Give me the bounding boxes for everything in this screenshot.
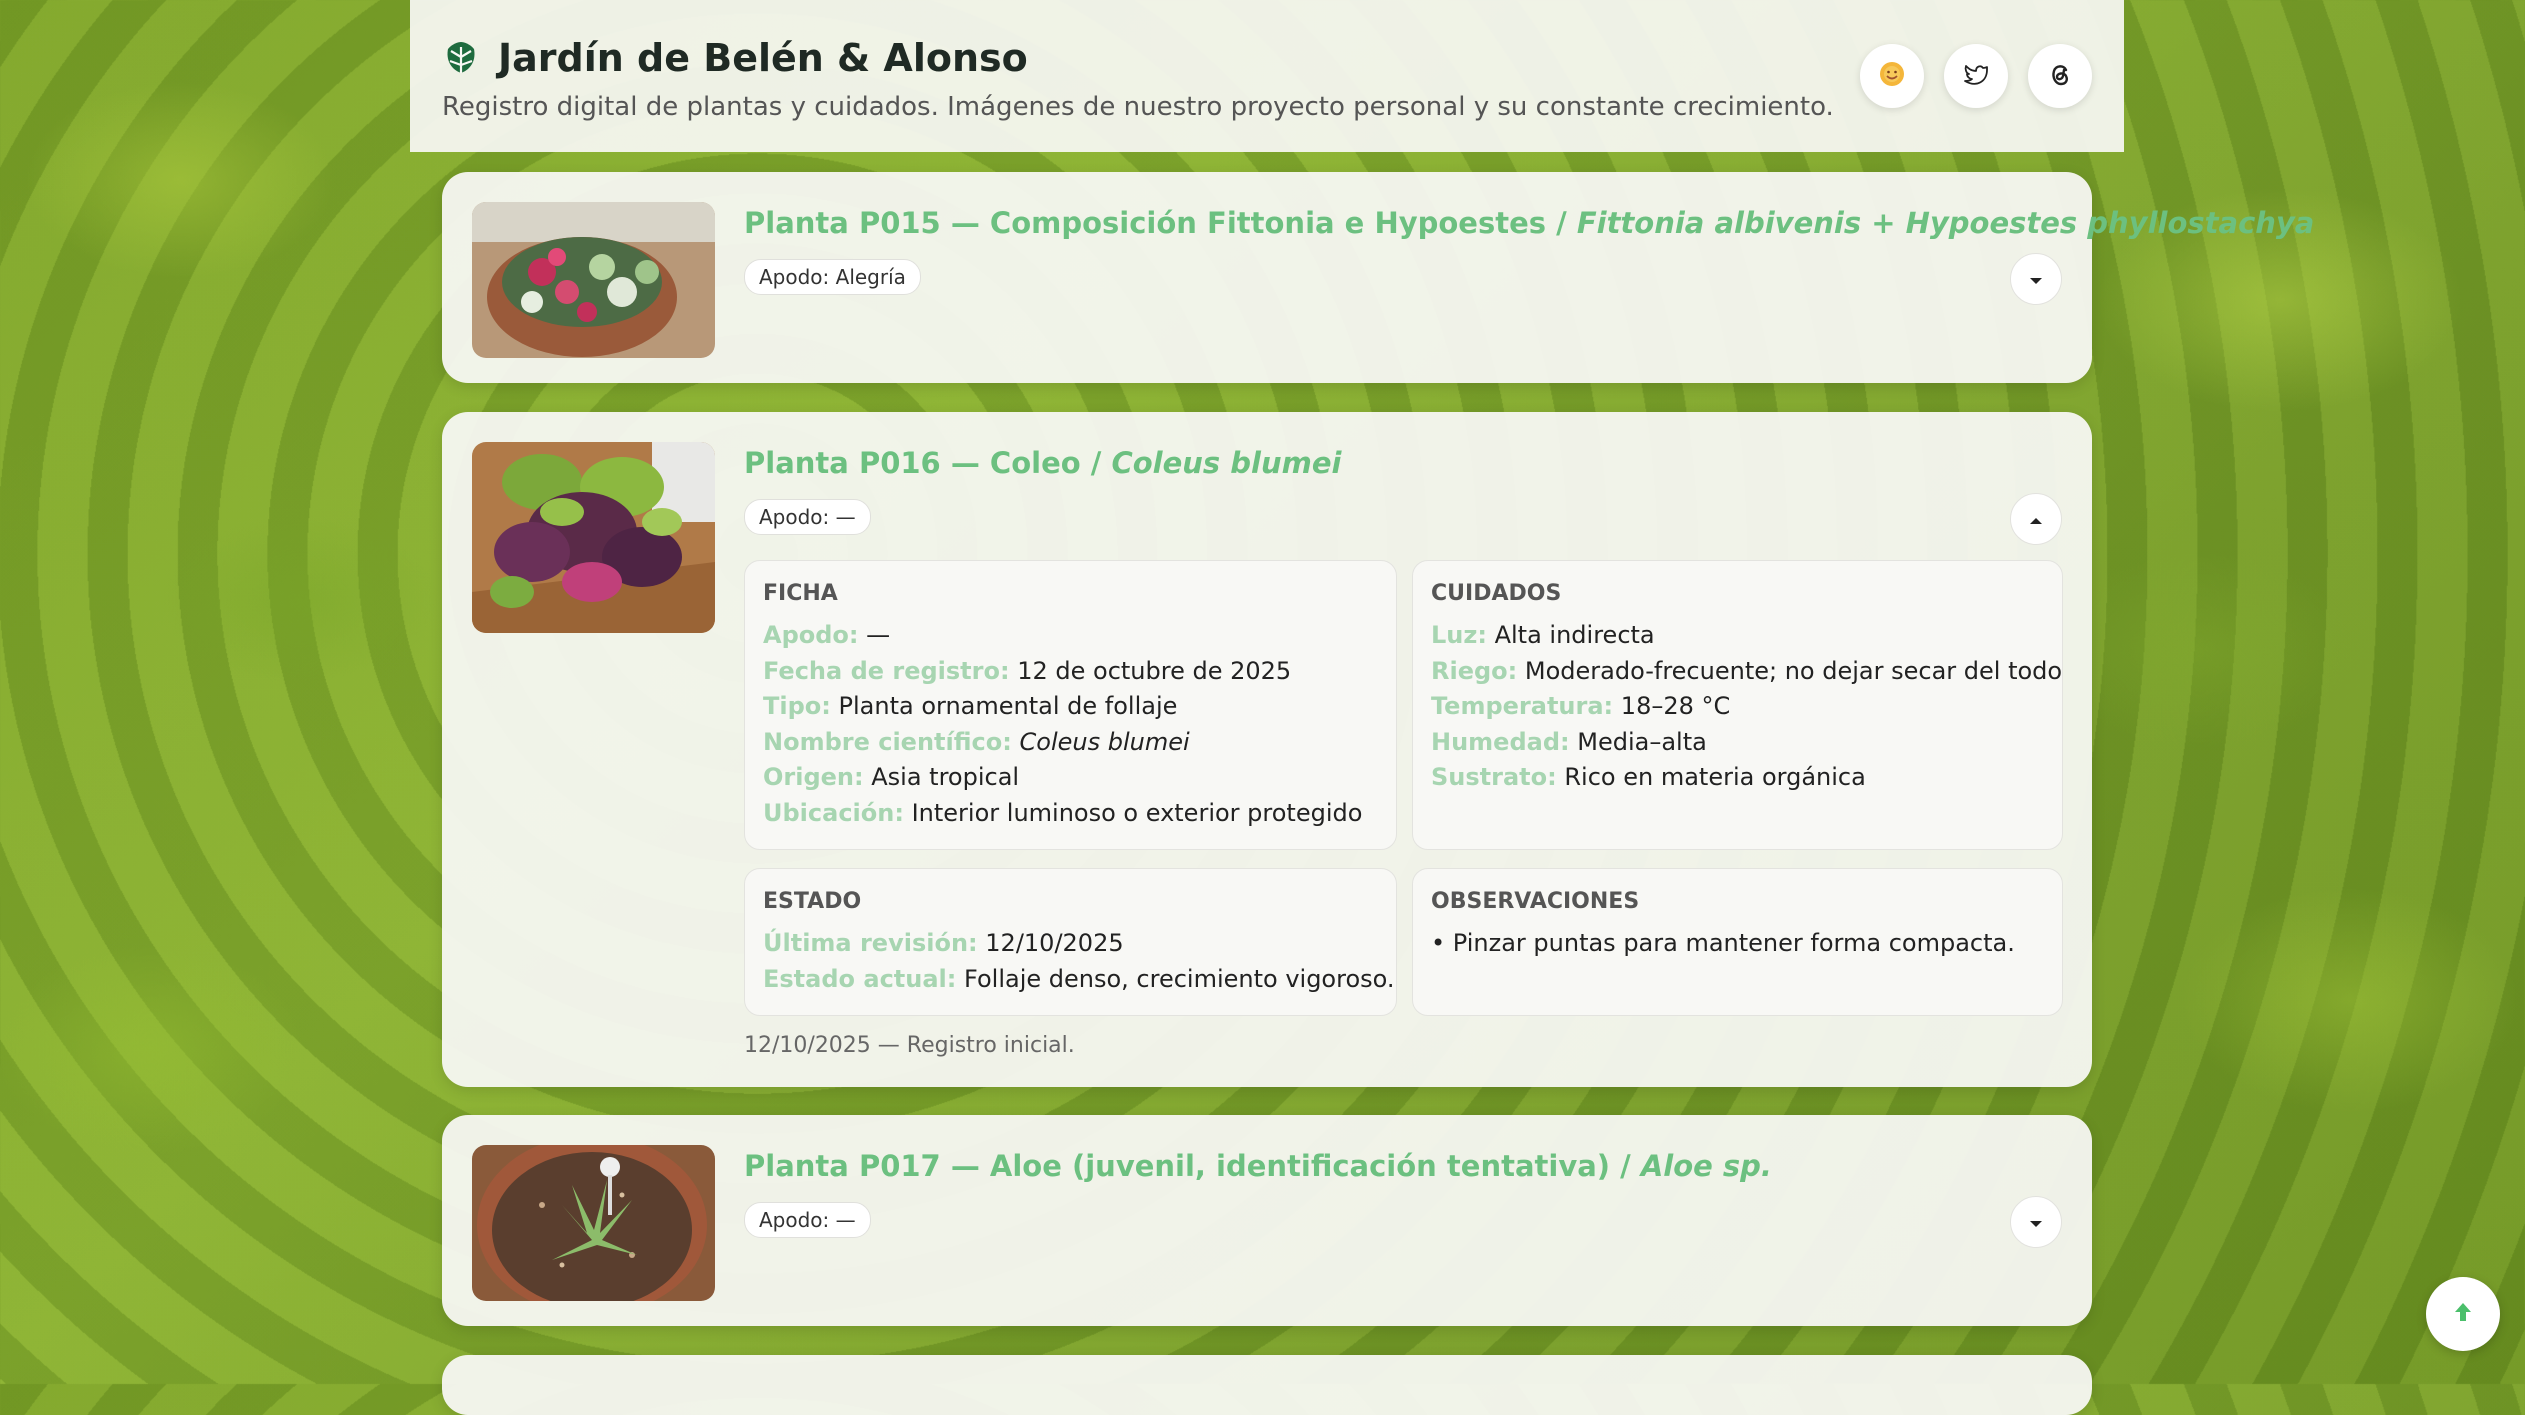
field-value: Asia tropical bbox=[871, 763, 1020, 791]
chevron-down-icon bbox=[2029, 1213, 2043, 1232]
collapse-toggle-button[interactable] bbox=[2010, 493, 2062, 545]
ficha-panel: FICHA Apodo: — Fecha de registro: 12 de … bbox=[744, 560, 1397, 850]
plant-card-p015: Planta P015 — Composición Fittonia e Hyp… bbox=[442, 172, 2314, 383]
social-links bbox=[1860, 44, 2092, 108]
ficha-row: Nombre científico: Coleus blumei bbox=[763, 725, 1378, 761]
field-value: 12 de octubre de 2025 bbox=[1017, 656, 1292, 685]
page-title: Jardín de Belén & Alonso bbox=[498, 36, 1028, 80]
field-label: Origen: bbox=[763, 763, 864, 791]
chevron-up-icon bbox=[2029, 510, 2043, 529]
field-label: Riego: bbox=[1431, 656, 1518, 685]
threads-button[interactable] bbox=[2028, 44, 2092, 108]
plant-scientific-name: Aloe sp. bbox=[1640, 1149, 1772, 1183]
sun-face-button[interactable] bbox=[1860, 44, 1924, 108]
field-label: Última revisión: bbox=[763, 929, 978, 957]
twitter-button[interactable] bbox=[1944, 44, 2008, 108]
apodo-badge: Apodo: — bbox=[744, 499, 871, 535]
ficha-row: Apodo: — bbox=[763, 618, 1378, 654]
field-value: Alta indirecta bbox=[1494, 621, 1655, 649]
field-label: Sustrato: bbox=[1431, 763, 1557, 791]
cuidados-row: Luz: Alta indirecta bbox=[1431, 618, 2044, 654]
twitter-bird-icon bbox=[1960, 58, 1992, 94]
plant-title-p017: Planta P017 — Aloe (juvenil, identificac… bbox=[744, 1149, 1772, 1183]
field-label: Estado actual: bbox=[763, 964, 957, 993]
field-label: Luz: bbox=[1431, 621, 1487, 649]
ficha-row: Ubicación: Interior luminoso o exterior … bbox=[763, 796, 1378, 832]
plant-scientific-name: Coleus blumei bbox=[1111, 446, 1342, 480]
field-value: Moderado-frecuente; no dejar secar del t… bbox=[1524, 656, 2063, 685]
field-value: Interior luminoso o exterior protegido bbox=[911, 798, 1363, 827]
cuidados-row: Temperatura: 18–28 °C bbox=[1431, 689, 2044, 725]
page-subtitle: Registro digital de plantas y cuidados. … bbox=[442, 92, 1834, 122]
field-value: Media–alta bbox=[1577, 727, 1707, 756]
plant-photo-p017 bbox=[472, 1145, 715, 1301]
plant-card-p016: Planta P016 — Coleo / Coleus blumei Apod… bbox=[442, 412, 2092, 1087]
field-label: Ubicación: bbox=[763, 798, 904, 827]
plant-card-p017: Planta P017 — Aloe (juvenil, identificac… bbox=[442, 1115, 2092, 1326]
observaciones-title: OBSERVACIONES bbox=[1431, 889, 1640, 914]
ficha-row: Tipo: Planta ornamental de follaje bbox=[763, 689, 1378, 725]
apodo-badge: Apodo: Alegría bbox=[744, 259, 921, 295]
plant-photo-p016 bbox=[472, 442, 715, 633]
field-value: Follaje denso, crecimiento vigoroso. bbox=[964, 964, 1395, 993]
observaciones-panel: OBSERVACIONES • Pinzar puntas para mante… bbox=[1412, 868, 2063, 1016]
log-entry: 12/10/2025 — Registro inicial. bbox=[744, 1033, 1075, 1058]
observacion-item: • Pinzar puntas para mantener forma comp… bbox=[1431, 929, 2015, 957]
field-value: 12/10/2025 bbox=[985, 929, 1124, 957]
estado-panel: ESTADO Última revisión: 12/10/2025 Estad… bbox=[744, 868, 1397, 1016]
expand-toggle-button[interactable] bbox=[2010, 1196, 2062, 1248]
ficha-row: Origen: Asia tropical bbox=[763, 760, 1378, 796]
cuidados-title: CUIDADOS bbox=[1431, 581, 1562, 606]
field-label: Fecha de registro: bbox=[763, 656, 1010, 685]
ficha-title: FICHA bbox=[763, 581, 838, 606]
expand-toggle-button[interactable] bbox=[2010, 253, 2062, 305]
cuidados-row: Riego: Moderado-frecuente; no dejar seca… bbox=[1431, 654, 2062, 690]
cuidados-panel: CUIDADOS Luz: Alta indirecta Riego: Mode… bbox=[1412, 560, 2063, 850]
field-label: Tipo: bbox=[763, 692, 831, 720]
field-label: Apodo: bbox=[763, 621, 859, 649]
threads-icon bbox=[2044, 58, 2076, 94]
field-value: 18–28 °C bbox=[1620, 692, 1731, 720]
back-to-top-button[interactable] bbox=[2426, 1277, 2500, 1351]
site-header: Jardín de Belén & Alonso Registro digita… bbox=[410, 0, 2124, 152]
field-value: — bbox=[866, 621, 891, 649]
ficha-row: Fecha de registro: 12 de octubre de 2025 bbox=[763, 654, 1378, 690]
field-value: Planta ornamental de follaje bbox=[838, 692, 1178, 720]
field-value: Rico en materia orgánica bbox=[1564, 763, 1866, 791]
plant-photo-p015 bbox=[472, 202, 715, 358]
estado-row: Estado actual: Follaje denso, crecimient… bbox=[763, 962, 1395, 998]
field-label: Nombre científico: bbox=[763, 727, 1012, 756]
field-label: Temperatura: bbox=[1431, 692, 1614, 720]
apodo-badge: Apodo: — bbox=[744, 1202, 871, 1238]
estado-row: Última revisión: 12/10/2025 bbox=[763, 926, 1378, 962]
field-value: Coleus blumei bbox=[1019, 727, 1190, 756]
sun-face-icon bbox=[1876, 58, 1908, 94]
plant-card-next bbox=[442, 1355, 2092, 1415]
chevron-down-icon bbox=[2029, 270, 2043, 289]
plant-title-p015: Planta P015 — Composición Fittonia e Hyp… bbox=[744, 206, 2315, 240]
cuidados-row: Humedad: Media–alta bbox=[1431, 725, 2044, 761]
cuidados-row: Sustrato: Rico en materia orgánica bbox=[1431, 760, 2044, 796]
plant-scientific-name: Fittonia albivenis + Hypoestes phyllosta… bbox=[1576, 206, 2315, 240]
arrow-up-icon bbox=[2452, 1301, 2474, 1327]
field-label: Humedad: bbox=[1431, 727, 1570, 756]
plant-title-p016: Planta P016 — Coleo / Coleus blumei bbox=[744, 446, 1342, 480]
monstera-leaf-icon bbox=[442, 39, 480, 77]
estado-title: ESTADO bbox=[763, 889, 862, 914]
